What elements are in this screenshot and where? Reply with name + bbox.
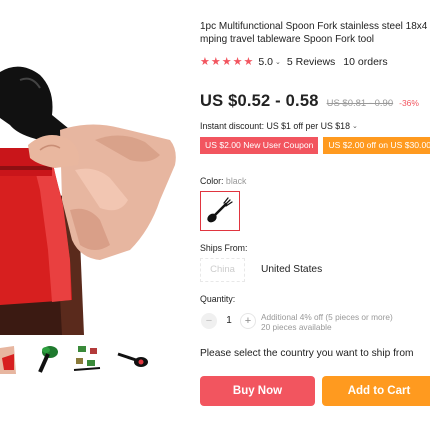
product-title: 1pc Multifunctional Spoon Fork stainless… <box>200 21 430 46</box>
ships-from-label: Ships From: <box>200 243 248 253</box>
instant-discount[interactable]: Instant discount: US $1 off per US $18 ⌄ <box>200 121 358 131</box>
star-rating: ★ ★ ★ ★ ★ <box>200 55 254 68</box>
rating-value[interactable]: 5.0 <box>258 56 273 68</box>
price-row: US $0.52 - 0.58 US $0.81 - 0.90 -36% <box>200 92 419 114</box>
add-to-cart-button[interactable]: Add to Cart <box>322 376 430 406</box>
chevron-down-icon[interactable]: ⌄ <box>352 122 358 130</box>
rating-row: ★ ★ ★ ★ ★ 5.0 ⌄ 5 Reviews 10 orders <box>200 55 388 69</box>
star-icon: ★ <box>243 55 254 68</box>
star-icon: ★ <box>200 55 210 68</box>
discount-percent: -36% <box>399 98 419 108</box>
color-swatch-black[interactable] <box>200 191 240 231</box>
current-price: US $0.52 - 0.58 <box>200 92 319 110</box>
thumbnail-3-image <box>70 340 106 376</box>
color-label: Color: black <box>200 176 246 186</box>
store-coupon[interactable]: US $2.00 off on US $30.00 <box>323 137 430 154</box>
original-price: US $0.81 - 0.90 <box>326 98 394 109</box>
quantity-label: Quantity: <box>200 294 236 304</box>
quantity-value[interactable]: 1 <box>220 315 238 326</box>
star-icon: ★ <box>232 55 243 68</box>
thumbnail-2[interactable] <box>30 340 66 376</box>
ship-from-us-option[interactable]: United States <box>261 264 322 275</box>
product-photo <box>0 0 180 335</box>
thumbnail-3[interactable] <box>70 340 106 376</box>
quantity-note: Additional 4% off (5 pieces or more) 20 … <box>261 312 393 332</box>
instant-discount-text: Instant discount: US $1 off per US $18 <box>200 121 350 131</box>
color-label-text: Color: <box>200 176 224 186</box>
coupon-row: US $2.00 New User Coupon US $2.00 off on… <box>200 137 430 154</box>
thumbnail-4-image <box>114 340 150 376</box>
thumbnail-2-image <box>30 340 66 376</box>
buy-now-button[interactable]: Buy Now <box>200 376 315 406</box>
product-title-line1: 1pc Multifunctional Spoon Fork stainless… <box>200 21 428 32</box>
product-main-image[interactable] <box>0 0 180 335</box>
product-title-line2: mping travel tableware Spoon Fork tool <box>200 33 374 45</box>
quantity-note-stock: 20 pieces available <box>261 322 332 332</box>
orders-count: 10 orders <box>343 56 388 68</box>
product-details-panel: 1pc Multifunctional Spoon Fork stainless… <box>200 0 430 430</box>
quantity-increase-button[interactable]: + <box>240 313 256 329</box>
reviews-link[interactable]: 5 Reviews <box>287 56 335 68</box>
quantity-decrease-button[interactable]: − <box>201 313 217 329</box>
thumbnail-4[interactable] <box>114 340 150 376</box>
thumbnail-strip <box>0 340 180 380</box>
ship-country-prompt: Please select the country you want to sh… <box>200 348 414 359</box>
star-icon: ★ <box>210 55 221 68</box>
spoon-fork-icon <box>207 197 233 223</box>
ship-from-china-option[interactable]: China <box>200 258 245 282</box>
star-icon: ★ <box>221 55 232 68</box>
new-user-coupon[interactable]: US $2.00 New User Coupon <box>200 137 319 154</box>
color-value: black <box>225 176 247 186</box>
quantity-note-discount: Additional 4% off (5 pieces or more) <box>261 312 393 322</box>
chevron-down-icon[interactable]: ⌄ <box>275 58 281 66</box>
